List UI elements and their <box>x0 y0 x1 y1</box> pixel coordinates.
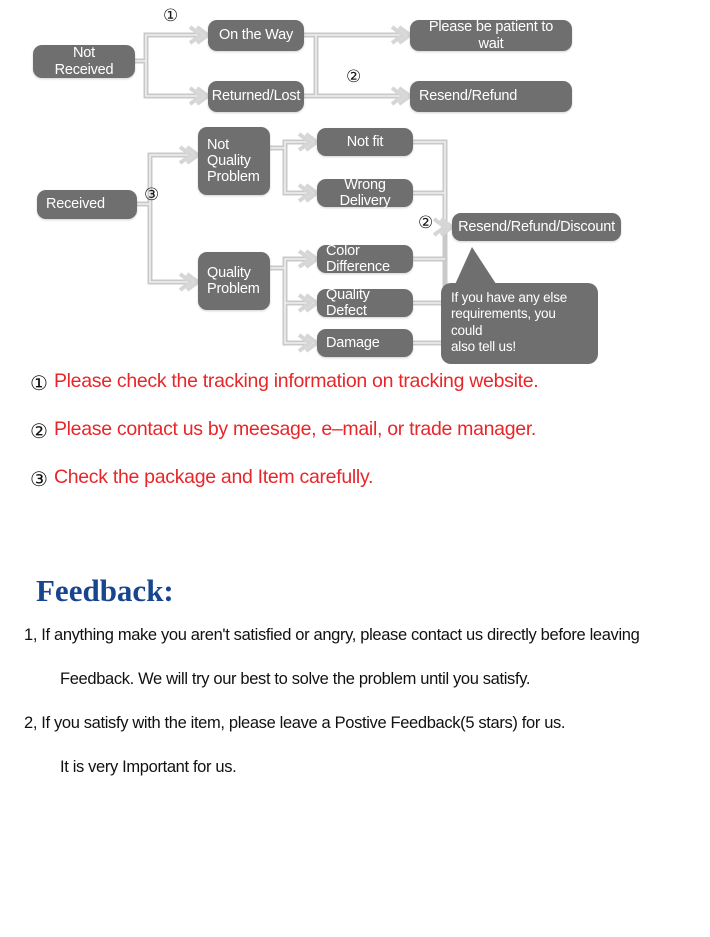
note-text: Please check the tracking information on… <box>53 370 539 392</box>
flowchart-node-damage: Damage <box>317 329 413 357</box>
flowchart-node-not-received: Not Received <box>33 45 135 78</box>
flowchart-marker-marker-2-mid: ② <box>418 213 434 233</box>
note-number-icon: ① <box>30 371 48 395</box>
flowchart-node-quality-problem: Quality Problem <box>198 252 270 310</box>
flowchart-node-on-the-way: On the Way <box>208 20 304 51</box>
feedback-heading: Feedback: <box>36 573 174 608</box>
flowchart-node-not-fit: Not fit <box>317 128 413 156</box>
feedback-lines: 1, If anything make you aren't satisfied… <box>0 627 710 803</box>
note-text: Please contact us by meesage, e–mail, or… <box>53 418 537 440</box>
flowchart-node-resend-refund-discount: Resend/Refund/Discount <box>452 213 621 241</box>
feedback-section: Feedback: 1, If anything make you aren't… <box>0 575 710 803</box>
note-item: ② Please contact us by meesage, e–mail, … <box>0 418 710 468</box>
flowchart-node-wrong-delivery: Wrong Delivery <box>317 177 413 209</box>
feedback-line: It is very Important for us. <box>60 758 237 776</box>
returns-flowchart: Not Received On the Way Returned/Lost Pl… <box>0 0 710 370</box>
flowchart-node-please-wait: Please be patient to wait <box>410 19 572 52</box>
flowchart-node-quality-defect: Quality Defect <box>317 287 413 319</box>
flowchart-node-returned-lost: Returned/Lost <box>208 81 304 112</box>
flowchart-marker-marker-1-top: ① <box>163 6 179 26</box>
feedback-line: 2, If you satisfy with the item, please … <box>24 714 566 732</box>
note-number-icon: ③ <box>30 467 48 491</box>
callout-bubble: If you have any else requirements, you c… <box>441 283 598 364</box>
note-item: ③ Check the package and Item carefully. <box>0 466 710 516</box>
note-item: ① Please check the tracking information … <box>0 370 710 420</box>
flowchart-node-color-difference: Color Difference <box>317 243 413 275</box>
flowchart-node-resend-refund: Resend/Refund <box>410 81 572 112</box>
note-number-icon: ② <box>30 419 48 443</box>
flowchart-marker-marker-3-mid: ③ <box>144 185 160 205</box>
flowchart-node-not-quality: Not Quality Problem <box>198 127 270 195</box>
note-text: Check the package and Item carefully. <box>53 466 374 488</box>
numbered-notes: ① Please check the tracking information … <box>0 370 710 516</box>
flowchart-node-received: Received <box>37 190 137 219</box>
feedback-line: 1, If anything make you aren't satisfied… <box>24 626 640 644</box>
flowchart-marker-marker-2-top: ② <box>346 67 362 87</box>
feedback-line: Feedback. We will try our best to solve … <box>60 670 531 688</box>
